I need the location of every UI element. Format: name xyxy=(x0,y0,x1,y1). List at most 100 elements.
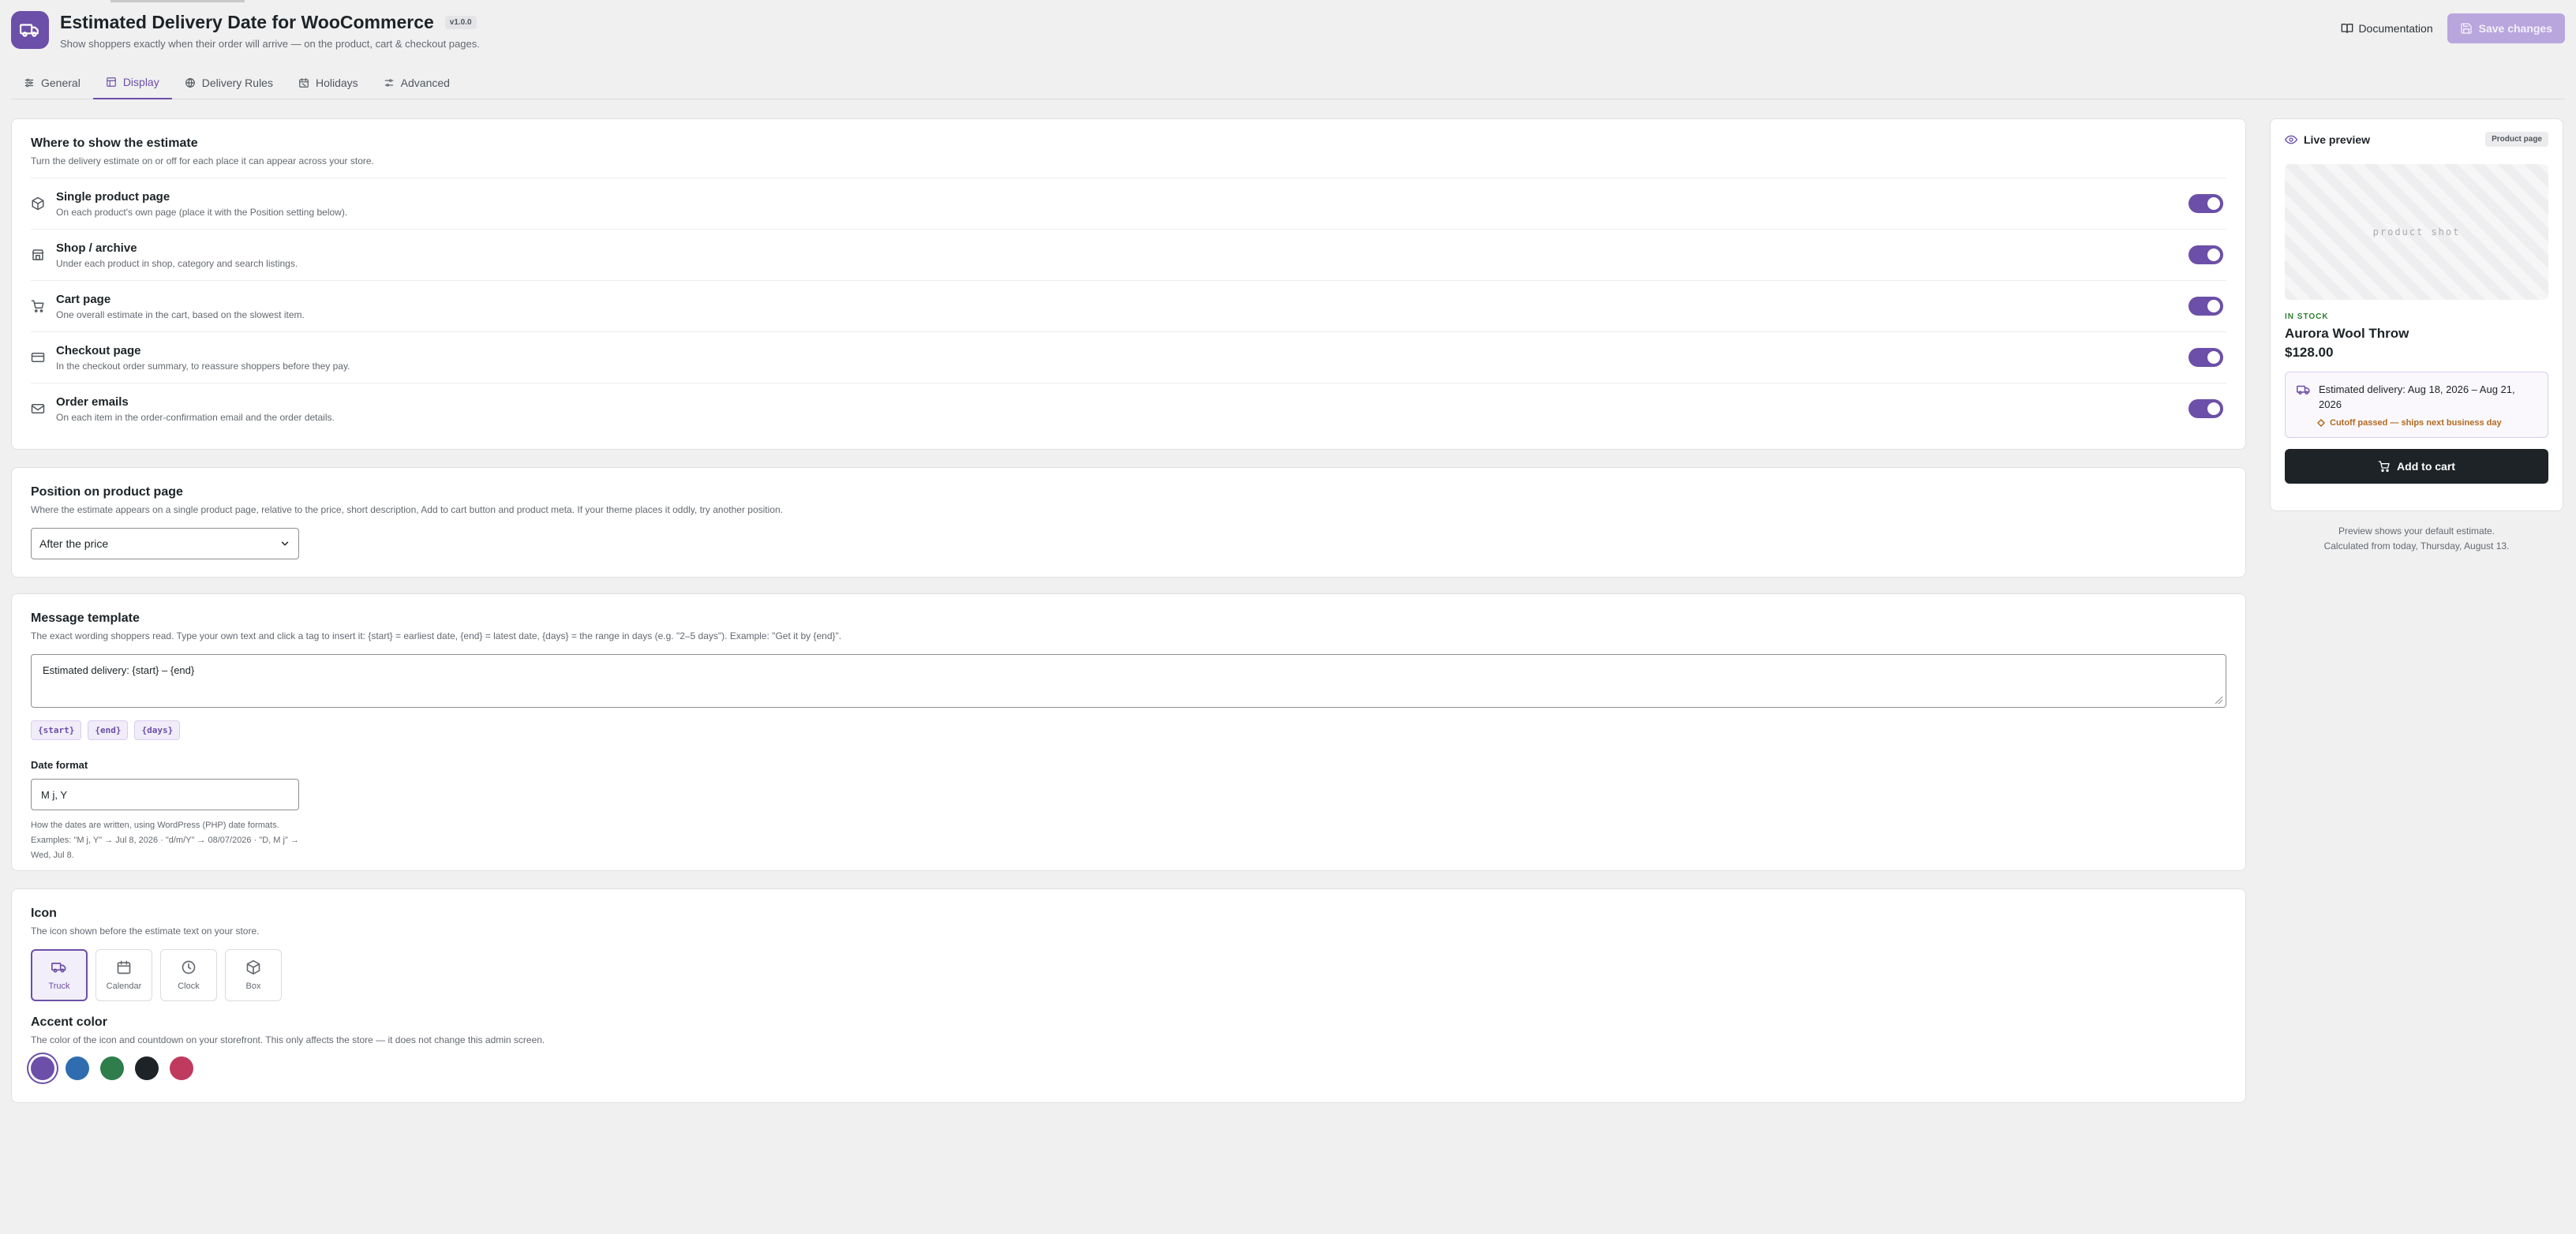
icon-option-box[interactable]: Box xyxy=(225,949,282,1001)
add-to-cart-button[interactable]: Add to cart xyxy=(2285,449,2548,484)
top-progress-strip xyxy=(110,0,245,2)
product-image-placeholder: product shot xyxy=(2285,164,2548,300)
cutoff-text: Cutoff passed — ships next business day xyxy=(2330,418,2502,428)
save-icon xyxy=(2460,23,2472,34)
locations-description: Turn the delivery estimate on or off for… xyxy=(31,155,374,166)
message-template-card: Message template The exact wording shopp… xyxy=(11,593,2246,871)
location-row-checkout: Checkout page In the checkout order summ… xyxy=(31,331,2226,383)
message-template-textarea[interactable]: Estimated delivery: {start} – {end} xyxy=(31,654,2226,708)
preview-note-line1: Preview shows your default estimate. xyxy=(2338,525,2496,537)
shop-archive-toggle[interactable] xyxy=(2188,245,2223,264)
tab-bar: General Display Delivery Rules Holidays … xyxy=(11,66,2565,99)
save-button[interactable]: Save changes xyxy=(2447,13,2565,43)
template-tags: {start} {end} {days} xyxy=(31,720,2226,740)
app-logo xyxy=(11,11,49,49)
icon-card: Icon The icon shown before the estimate … xyxy=(11,888,2246,1103)
icon-title: Icon xyxy=(31,907,57,920)
icon-option-label: Truck xyxy=(48,982,70,991)
estimate-text: Estimated delivery: Aug 18, 2026 – Aug 2… xyxy=(2319,383,2515,410)
accent-swatches xyxy=(31,1056,2226,1080)
tab-display[interactable]: Display xyxy=(92,66,172,99)
location-row-shop-archive: Shop / archive Under each product in sho… xyxy=(31,229,2226,280)
settings-icon xyxy=(384,79,393,87)
version-badge: v1.0.0 xyxy=(444,16,477,29)
cart-icon xyxy=(31,300,44,312)
position-title: Position on product page xyxy=(31,485,183,499)
tag-days[interactable]: {days} xyxy=(134,720,181,740)
icon-option-truck[interactable]: Truck xyxy=(31,949,88,1001)
tab-advanced-label: Advanced xyxy=(400,77,450,89)
location-description: Under each product in shop, category and… xyxy=(56,257,298,269)
swatch-blue[interactable] xyxy=(66,1056,89,1080)
tab-holidays[interactable]: Holidays xyxy=(286,66,371,99)
layout-icon xyxy=(106,77,116,87)
position-description: Where the estimate appears on a single p… xyxy=(31,504,783,515)
icon-description: The icon shown before the estimate text … xyxy=(31,926,260,937)
live-preview-panel: Live preview Product page product shot I… xyxy=(2270,118,2563,511)
icon-option-label: Box xyxy=(245,982,261,991)
page-title: Estimated Delivery Date for WooCommerce xyxy=(60,12,434,32)
book-icon xyxy=(2342,24,2353,33)
position-select[interactable]: After the price xyxy=(31,528,299,559)
tab-general[interactable]: General xyxy=(11,66,93,99)
accent-color-description: The color of the icon and countdown on y… xyxy=(31,1034,545,1045)
checkout-toggle[interactable] xyxy=(2188,348,2223,367)
location-label: Shop / archive xyxy=(56,241,137,255)
tab-delivery-rules-label: Delivery Rules xyxy=(201,77,273,89)
location-label: Cart page xyxy=(56,292,111,306)
swatch-purple[interactable] xyxy=(31,1056,54,1080)
preview-title: Live preview xyxy=(2304,133,2371,146)
credit-card-icon xyxy=(31,353,45,362)
tag-start[interactable]: {start} xyxy=(31,720,82,740)
truck-icon xyxy=(2297,385,2310,395)
swatch-pink[interactable] xyxy=(170,1056,193,1080)
cart-toggle[interactable] xyxy=(2188,297,2223,316)
location-description: One overall estimate in the cart, based … xyxy=(56,308,305,320)
location-description: On each product's own page (place it wit… xyxy=(56,206,348,218)
location-description: In the checkout order summary, to reassu… xyxy=(56,360,350,372)
icon-option-label: Clock xyxy=(178,982,200,991)
location-row-single-product: Single product page On each product's ow… xyxy=(31,178,2226,229)
tab-delivery-rules[interactable]: Delivery Rules xyxy=(172,66,286,99)
chevron-down-icon xyxy=(281,541,289,546)
swatch-black[interactable] xyxy=(135,1056,159,1080)
truck-icon xyxy=(20,24,39,37)
location-row-order-emails: Order emails On each item in the order-c… xyxy=(31,383,2226,434)
preview-note-line2: Calculated from today, Thursday, August … xyxy=(2323,540,2510,552)
documentation-link[interactable]: Documentation xyxy=(2341,22,2433,35)
single-product-toggle[interactable] xyxy=(2188,194,2223,213)
date-format-label: Date format xyxy=(31,759,88,771)
tag-end[interactable]: {end} xyxy=(88,720,129,740)
date-format-input[interactable]: M j, Y xyxy=(31,779,299,810)
stock-status: IN STOCK xyxy=(2285,312,2329,321)
tab-display-label: Display xyxy=(122,76,159,88)
sliders-icon xyxy=(24,78,34,88)
product-price: $128.00 xyxy=(2285,345,2334,360)
save-label: Save changes xyxy=(2478,22,2552,35)
accent-color-title: Accent color xyxy=(31,1015,107,1029)
cart-icon xyxy=(2378,461,2390,472)
estimate-box: Estimated delivery: Aug 18, 2026 – Aug 2… xyxy=(2285,372,2548,438)
documentation-label: Documentation xyxy=(2358,22,2433,35)
tab-advanced[interactable]: Advanced xyxy=(371,66,462,99)
eye-icon xyxy=(2285,135,2297,144)
icon-options: Truck Calendar Clock Box xyxy=(31,949,2226,1001)
location-label: Checkout page xyxy=(56,343,141,357)
preview-note: Preview shows your default estimate. Cal… xyxy=(2270,524,2563,554)
preview-context-badge: Product page xyxy=(2485,132,2548,147)
date-format-value: M j, Y xyxy=(41,788,67,801)
icon-option-label: Calendar xyxy=(106,982,142,991)
message-description: The exact wording shoppers read. Type yo… xyxy=(31,630,842,641)
position-select-value: After the price xyxy=(39,537,109,550)
message-title: Message template xyxy=(31,611,140,625)
order-emails-toggle[interactable] xyxy=(2188,399,2223,418)
page-subtitle: Show shoppers exactly when their order w… xyxy=(60,38,480,50)
icon-option-calendar[interactable]: Calendar xyxy=(95,949,152,1001)
swatch-green[interactable] xyxy=(100,1056,124,1080)
icon-option-clock[interactable]: Clock xyxy=(160,949,217,1001)
add-to-cart-label: Add to cart xyxy=(2397,460,2455,473)
tab-holidays-label: Holidays xyxy=(315,77,358,89)
location-description: On each item in the order-confirmation e… xyxy=(56,411,335,423)
cutoff-notice: Cutoff passed — ships next business day xyxy=(2317,418,2537,428)
date-format-help: How the dates are written, using WordPre… xyxy=(31,821,299,860)
